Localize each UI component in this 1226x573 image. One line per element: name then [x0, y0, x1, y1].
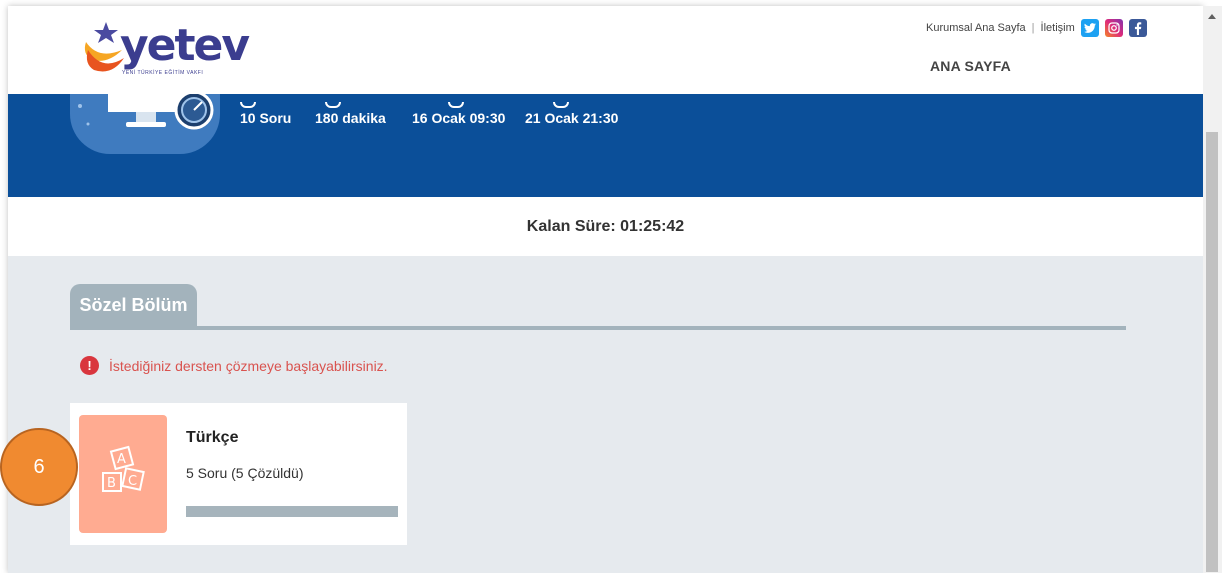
list-icon — [240, 102, 256, 108]
stat-questions: 10 Soru — [240, 102, 292, 126]
vertical-scrollbar[interactable] — [1203, 6, 1222, 573]
stat-start-value: 16 Ocak 09:30 — [412, 110, 506, 126]
course-card-turkce[interactable]: A B C Türkçe 5 Soru (5 Çözüldü) — [70, 403, 407, 545]
exam-info-banner: 10 Soru 180 dakika 16 Ocak 09:30 21 Ocak… — [8, 84, 1203, 197]
scroll-thumb[interactable] — [1206, 132, 1218, 572]
course-title: Türkçe — [186, 429, 239, 446]
svg-text:C: C — [128, 474, 137, 489]
step-number-callout: 6 — [0, 428, 78, 506]
info-alert: ! İstediğiniz dersten çözmeye başlayabil… — [80, 356, 388, 375]
stat-start: 16 Ocak 09:30 — [412, 102, 506, 126]
link-separator: | — [1031, 22, 1035, 34]
nav-home-link[interactable]: ANA SAYFA — [930, 58, 1011, 74]
page-frame: yetev YENİ TÜRKİYE EĞİTİM VAKFI Kurumsal… — [8, 6, 1203, 573]
monitor-clock-icon — [78, 90, 214, 130]
yetev-logo[interactable]: yetev YENİ TÜRKİYE EĞİTİM VAKFI — [78, 20, 250, 80]
logo-tagline: YENİ TÜRKİYE EĞİTİM VAKFI — [122, 70, 204, 76]
scroll-up-arrow-icon[interactable] — [1208, 14, 1216, 19]
contact-link[interactable]: İletişim — [1041, 22, 1075, 34]
exclamation-icon: ! — [80, 356, 99, 375]
stat-end: 21 Ocak 21:30 — [525, 102, 619, 126]
svg-text:A: A — [117, 452, 126, 467]
logo-wordmark: yetev — [120, 20, 250, 71]
site-header: yetev YENİ TÜRKİYE EĞİTİM VAKFI Kurumsal… — [8, 6, 1203, 94]
hourglass-icon — [325, 102, 341, 108]
search-clock-icon — [553, 102, 569, 108]
instagram-icon[interactable] — [1104, 19, 1123, 37]
stat-duration-value: 180 dakika — [315, 110, 386, 126]
exam-illustration — [70, 84, 220, 154]
course-progress-bar — [186, 506, 398, 517]
course-progress-fill — [186, 506, 398, 517]
clock-icon — [448, 102, 464, 108]
stat-end-value: 21 Ocak 21:30 — [525, 110, 619, 126]
svg-text:B: B — [107, 476, 116, 491]
remaining-time-bar: Kalan Süre: 01:25:42 — [8, 197, 1203, 256]
tab-verbal-section[interactable]: Sözel Bölüm — [70, 284, 197, 326]
facebook-icon[interactable] — [1128, 19, 1147, 37]
alert-text: İstediğiniz dersten çözmeye başlayabilir… — [109, 357, 388, 374]
stat-questions-value: 10 Soru — [240, 110, 292, 126]
remaining-time-text: Kalan Süre: 01:25:42 — [526, 218, 685, 235]
course-thumbnail: A B C — [79, 415, 167, 533]
course-question-count: 5 Soru (5 Çözüldü) — [186, 465, 304, 481]
stat-duration: 180 dakika — [315, 102, 386, 126]
section-divider — [70, 326, 1126, 330]
twitter-icon[interactable] — [1080, 19, 1099, 37]
abc-blocks-icon: A B C — [102, 445, 145, 492]
top-links: Kurumsal Ana Sayfa | İletişim — [926, 18, 1147, 38]
corporate-home-link[interactable]: Kurumsal Ana Sayfa — [926, 22, 1026, 34]
